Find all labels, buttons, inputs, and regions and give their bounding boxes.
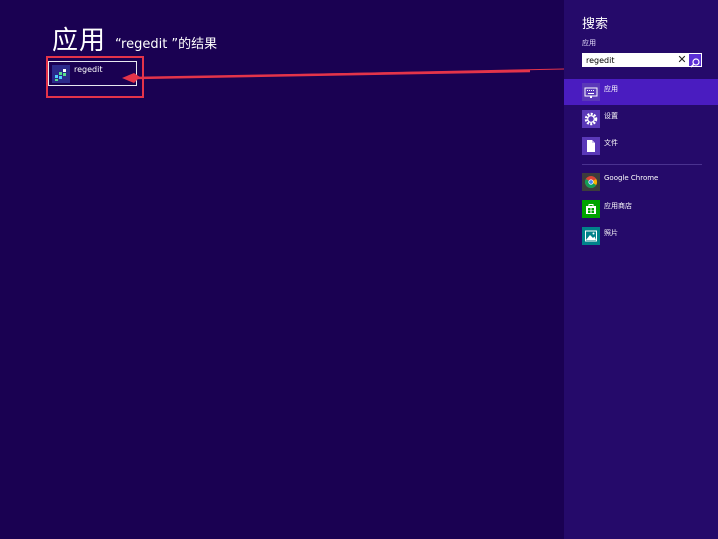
scope-label: 文件 <box>604 139 618 147</box>
document-icon <box>582 137 600 155</box>
search-input[interactable] <box>582 53 676 67</box>
scope-settings[interactable]: 设置 <box>564 106 718 132</box>
search-box: ✕ <box>582 53 702 67</box>
store-icon <box>582 200 600 218</box>
scope-label: 设置 <box>604 112 618 120</box>
app-store[interactable]: 应用商店 <box>564 196 718 222</box>
scope-apps[interactable]: 应用 <box>564 79 718 105</box>
app-label: 照片 <box>604 229 618 237</box>
app-photos[interactable]: 照片 <box>564 223 718 249</box>
charm-title: 搜索 <box>582 17 609 32</box>
search-charm-pane: 搜索 应用 ✕ 应用 <box>564 0 718 539</box>
photos-icon <box>582 227 600 245</box>
app-label: 应用商店 <box>604 202 632 210</box>
search-button[interactable] <box>688 53 702 68</box>
search-icon <box>690 58 700 68</box>
divider <box>582 164 702 165</box>
gear-icon <box>582 110 600 128</box>
chrome-icon <box>582 173 600 191</box>
keyboard-icon <box>582 83 600 101</box>
close-icon: ✕ <box>677 53 687 66</box>
app-label: Google Chrome <box>604 174 659 182</box>
scope-label: 应用 <box>604 85 618 93</box>
search-scope-label: 应用 <box>582 39 596 47</box>
scope-files[interactable]: 文件 <box>564 133 718 159</box>
app-google-chrome[interactable]: Google Chrome <box>564 169 718 195</box>
clear-search-button[interactable]: ✕ <box>676 53 688 67</box>
